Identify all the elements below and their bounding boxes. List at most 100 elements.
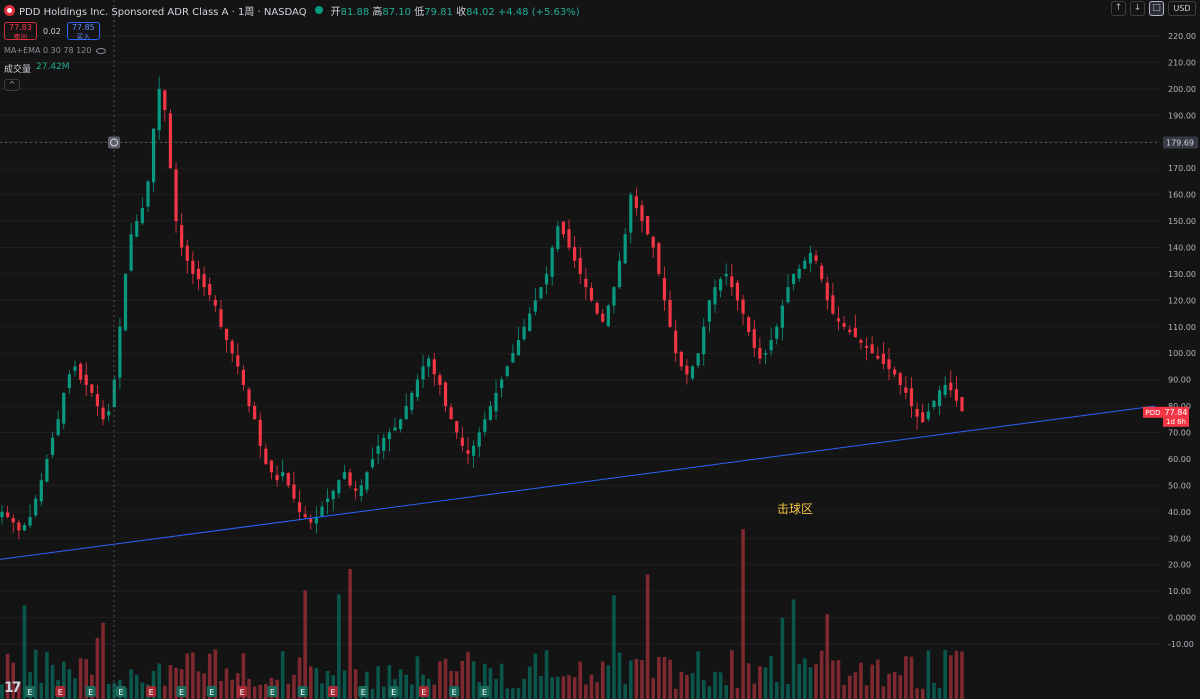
volume-bar	[589, 674, 594, 699]
fullscreen-button[interactable]: □	[1149, 1, 1164, 16]
tradingview-logo[interactable]: 17	[4, 680, 22, 696]
volume-bar	[376, 666, 380, 699]
earnings-marker-icon[interactable]: E	[85, 686, 96, 697]
volume-bar	[881, 686, 886, 699]
volume-bar	[567, 675, 571, 699]
candle-body	[359, 485, 363, 496]
candle-body	[718, 279, 723, 291]
candle-body	[584, 278, 588, 288]
scroll-down-button[interactable]: ↓	[1130, 1, 1145, 16]
volume-bar	[718, 672, 723, 699]
candle-body	[634, 196, 638, 208]
price-axis[interactable]: 220.00210.00200.00190.00180.00170.00160.…	[1168, 32, 1196, 649]
earnings-marker-icon[interactable]: E	[267, 686, 278, 697]
candle-body	[606, 305, 610, 327]
earnings-markers[interactable]: EEEEEEEEEEEEEEEE	[25, 686, 490, 697]
volume-bar	[701, 680, 706, 699]
candle-body	[887, 359, 891, 370]
earnings-marker-icon[interactable]: E	[449, 686, 460, 697]
earnings-marker-icon[interactable]: E	[25, 686, 35, 697]
earnings-marker-icon[interactable]: E	[206, 686, 217, 697]
y-tick-label: 110.00	[1168, 323, 1196, 332]
earnings-marker-icon[interactable]: E	[418, 686, 429, 697]
y-tick-label: 210.00	[1168, 58, 1196, 67]
y-tick-label: -10.00	[1168, 640, 1194, 649]
indicator-legend[interactable]: MA+EMA 0 30 78 120	[4, 46, 580, 55]
volume-bar	[758, 666, 762, 699]
earnings-marker-icon[interactable]: E	[55, 686, 66, 697]
volume-bar	[67, 669, 72, 699]
volume-bar	[870, 664, 874, 699]
candle-body	[342, 472, 347, 479]
buy-button[interactable]: 77.85 买入	[66, 22, 100, 41]
volume-bar	[920, 688, 925, 699]
earnings-marker-label: E	[27, 688, 32, 697]
volume-bar	[803, 658, 807, 699]
candle-body	[797, 268, 801, 279]
volume-bar	[22, 605, 27, 699]
price-chart[interactable]: 击球区 220.00210.00200.00190.00180.00170.00…	[0, 0, 1200, 699]
volume-bar	[533, 653, 538, 699]
volume-bar	[219, 680, 223, 699]
y-tick-label: 130.00	[1168, 270, 1196, 279]
candle-body	[505, 366, 509, 377]
sell-button[interactable]: 77.83 卖出	[4, 22, 37, 41]
candle-body	[483, 419, 487, 432]
volume-bar	[960, 651, 964, 699]
earnings-marker-icon[interactable]: E	[237, 686, 248, 697]
strike-zone-annotation: 击球区	[777, 502, 813, 516]
candle-body	[196, 268, 201, 280]
earnings-marker-icon[interactable]: E	[115, 686, 126, 697]
earnings-marker-icon[interactable]: E	[328, 686, 338, 697]
earnings-marker-icon[interactable]: E	[358, 686, 369, 697]
candle-body	[893, 369, 897, 375]
volume-bar	[673, 688, 678, 699]
symbol-title[interactable]: PDD Holdings Inc. Sponsored ADR Class A …	[19, 3, 307, 18]
volume-bar	[202, 673, 206, 699]
candle-body	[657, 243, 661, 274]
earnings-marker-label: E	[330, 688, 335, 697]
candle-body	[651, 236, 655, 248]
candle-body	[73, 366, 77, 371]
candle-body	[303, 514, 307, 518]
volume-bar	[825, 614, 830, 699]
volume-bar	[370, 688, 375, 699]
candle-body	[937, 390, 942, 406]
candle-body	[623, 234, 627, 264]
candle-body	[191, 260, 195, 274]
candle-body	[404, 406, 408, 420]
candle-body	[107, 411, 111, 416]
currency-selector[interactable]: USD	[1168, 1, 1196, 16]
svg-text:179.69: 179.69	[1166, 139, 1194, 148]
candle-body	[247, 389, 251, 407]
earnings-marker-label: E	[391, 688, 396, 697]
collapse-legend-button[interactable]: ^	[4, 79, 20, 91]
earnings-marker-icon[interactable]: E	[176, 686, 187, 697]
crosshair-plus-icon[interactable]	[108, 136, 120, 149]
candle-body	[168, 113, 173, 169]
volume-bar	[628, 660, 633, 699]
earnings-marker-icon[interactable]: E	[479, 686, 490, 697]
candle-body	[702, 326, 706, 355]
earnings-marker-icon[interactable]: E	[388, 686, 399, 697]
eye-icon[interactable]	[96, 47, 107, 54]
candle-body	[522, 326, 526, 340]
volume-bar	[168, 664, 173, 699]
chart-grid	[0, 35, 1160, 645]
candle-body	[410, 392, 414, 410]
volume-bar	[645, 574, 650, 699]
candle-body	[791, 273, 796, 285]
volume-bar	[101, 622, 105, 699]
volume-bar	[247, 678, 251, 699]
earnings-marker-icon[interactable]: E	[297, 686, 308, 697]
y-tick-label: 140.00	[1168, 243, 1196, 252]
trend-line[interactable]	[0, 405, 1156, 560]
earnings-marker-icon[interactable]: E	[146, 686, 157, 697]
candle-body	[690, 366, 695, 379]
candle-body	[904, 387, 908, 393]
candle-body	[909, 388, 914, 407]
scroll-up-button[interactable]: ↑	[1111, 1, 1126, 16]
candle-body	[758, 347, 762, 359]
candle-body	[163, 90, 167, 111]
candle-body	[460, 437, 464, 446]
